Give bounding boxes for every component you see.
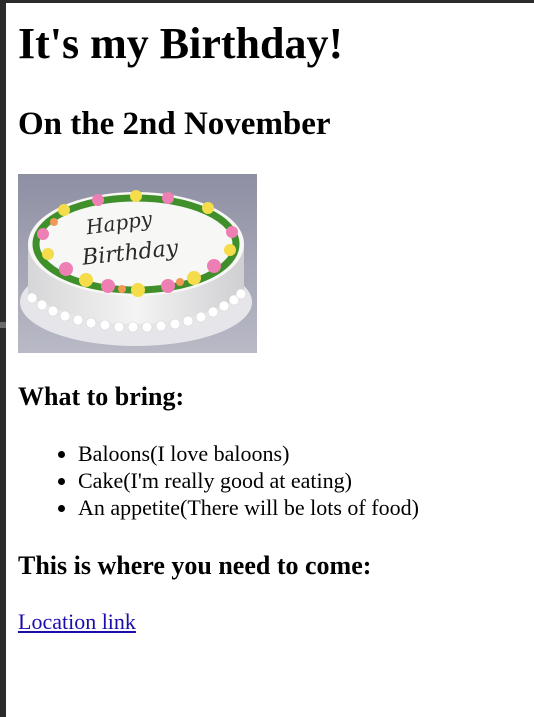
- list-item: Cake(I'm really good at eating): [78, 467, 419, 494]
- window-frame-top: [0, 0, 534, 3]
- list-item: Baloons(I love baloons): [78, 440, 419, 467]
- list-item: An appetite(There will be lots of food): [78, 494, 419, 521]
- frame-notch: [0, 322, 6, 328]
- bring-list: Baloons(I love baloons) Cake(I'm really …: [18, 440, 419, 521]
- window-frame-left: [0, 0, 6, 717]
- birthday-cake-image: Happy Birthday: [18, 174, 257, 353]
- page-subtitle: On the 2nd November: [18, 106, 331, 142]
- location-heading: This is where you need to come:: [18, 551, 372, 580]
- what-to-bring-heading: What to bring:: [18, 382, 185, 411]
- location-link[interactable]: Location link: [18, 608, 136, 635]
- page-title: It's my Birthday!: [18, 19, 344, 68]
